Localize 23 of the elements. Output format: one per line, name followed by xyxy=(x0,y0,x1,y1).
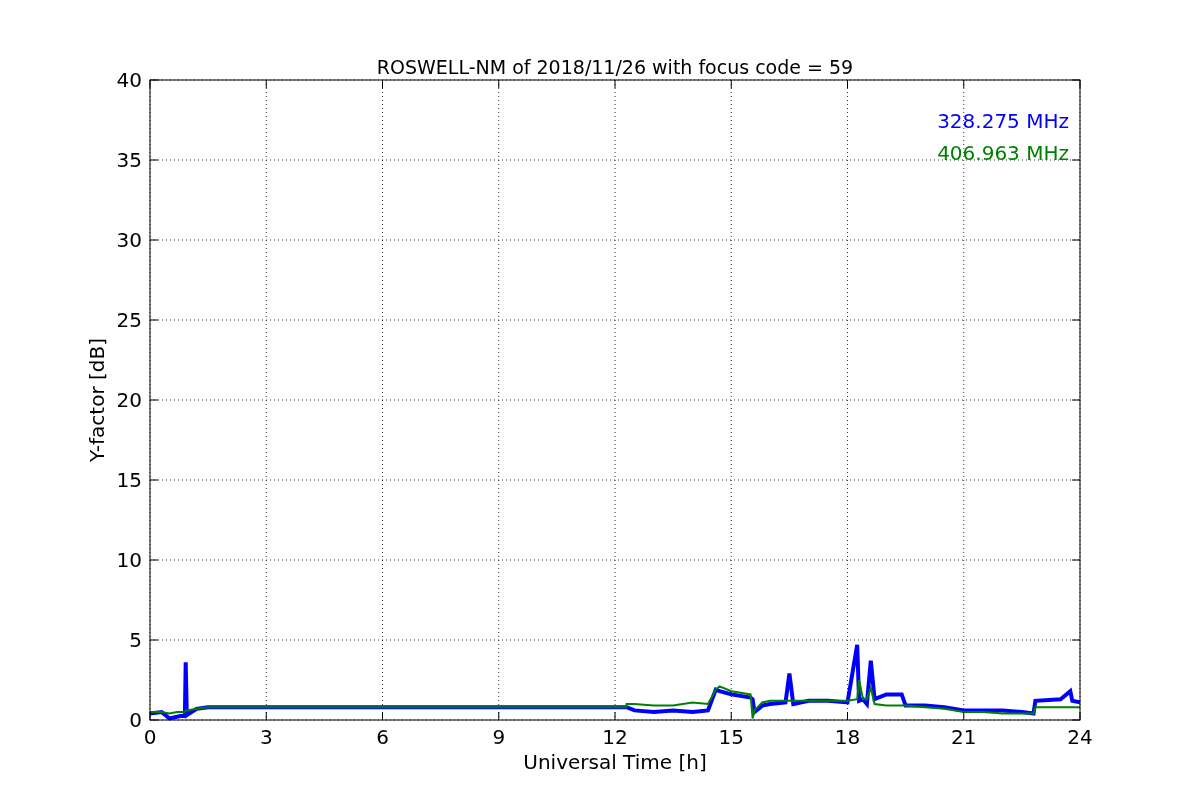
x-tick-label: 24 xyxy=(1067,725,1093,749)
x-tick-label: 0 xyxy=(143,725,157,749)
x-tick-label: 18 xyxy=(834,725,861,749)
x-tick-label: 3 xyxy=(259,725,273,749)
y-tick-label: 5 xyxy=(129,628,142,652)
y-tick-label: 30 xyxy=(116,228,142,252)
x-tick-label: 9 xyxy=(492,725,506,749)
y-tick-label: 25 xyxy=(116,308,142,332)
legend-label: 328.275 MHz xyxy=(937,109,1069,133)
x-axis-label: Universal Time [h] xyxy=(523,750,707,774)
x-tick-label: 12 xyxy=(602,725,628,749)
x-tick-label: 21 xyxy=(951,725,977,749)
legend-label: 406.963 MHz xyxy=(937,141,1069,165)
chart-title: ROSWELL-NM of 2018/11/26 with focus code = 59 xyxy=(376,56,854,78)
y-tick-label: 35 xyxy=(116,148,142,172)
y-axis-label: Y-factor [dB] xyxy=(85,338,109,462)
y-tick-label: 15 xyxy=(116,468,142,492)
y-tick-label: 40 xyxy=(116,68,142,92)
x-tick-label: 15 xyxy=(718,725,744,749)
x-tick-label: 6 xyxy=(376,725,389,749)
y-tick-label: 10 xyxy=(116,548,142,572)
y-tick-label: 20 xyxy=(116,388,142,412)
y-tick-label: 0 xyxy=(129,708,142,732)
